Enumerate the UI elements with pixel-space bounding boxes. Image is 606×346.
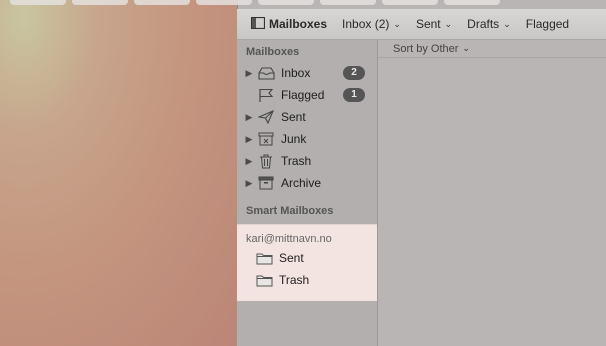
mailboxes-section-header: Mailboxes xyxy=(246,46,300,58)
chevron-down-icon: ⌄ xyxy=(444,18,453,29)
chevron-down-icon: ⌄ xyxy=(503,18,511,29)
junk-box-icon xyxy=(257,131,275,147)
sidebar-item-archive[interactable]: ▶ Archive xyxy=(237,172,377,194)
sidebar-item-label: Flagged xyxy=(281,88,325,102)
sidebar-item-label: Trash xyxy=(279,273,310,287)
favorite-drafts-button[interactable]: Drafts ⌄ xyxy=(467,17,511,31)
favorites-bar: Mailboxes Inbox (2) ⌄ Sent ⌄ Drafts ⌄ Fl… xyxy=(237,9,606,40)
chevron-down-icon: ⌄ xyxy=(393,18,401,29)
toolbar-button[interactable] xyxy=(72,0,128,5)
favorite-sent-label: Sent xyxy=(415,17,441,31)
sidebar-item-flagged[interactable]: Flagged 1 xyxy=(237,84,377,106)
sort-control[interactable]: Sort by Other ⌄ xyxy=(378,40,606,58)
folder-icon xyxy=(255,272,273,288)
toolbar-button[interactable] xyxy=(258,0,314,5)
favorite-flagged-button[interactable]: Flagged xyxy=(526,17,569,31)
disclosure-triangle-icon[interactable]: ▶ xyxy=(243,68,255,79)
favorite-inbox-button[interactable]: Inbox (2) ⌄ xyxy=(342,17,401,31)
sidebar-item-label: Sent xyxy=(279,251,304,265)
disclosure-triangle-icon[interactable]: ▶ xyxy=(243,134,255,145)
paper-plane-icon xyxy=(257,109,275,125)
sidebar-item-label: Junk xyxy=(281,132,307,146)
chevron-down-icon: ⌄ xyxy=(462,43,470,53)
sidebar-item-sent[interactable]: ▶ Sent xyxy=(237,106,377,128)
disclosure-triangle-icon[interactable]: ▶ xyxy=(243,178,255,189)
trash-can-icon xyxy=(257,153,275,169)
flag-icon xyxy=(257,87,275,103)
favorite-sent-button[interactable]: Sent ⌄ xyxy=(416,17,452,31)
desktop-background xyxy=(0,0,237,346)
sidebar-item-account-trash[interactable]: Trash xyxy=(253,269,309,291)
sidebar-item-trash[interactable]: ▶ Trash xyxy=(237,150,377,172)
toolbar-button[interactable] xyxy=(10,0,66,5)
unread-count-badge: 2 xyxy=(343,66,365,80)
flagged-count-badge: 1 xyxy=(343,88,365,102)
sidebar-item-junk[interactable]: ▶ Junk xyxy=(237,128,377,150)
account-header[interactable]: kari@mittnavn.no xyxy=(246,233,332,245)
favorite-flagged-label: Flagged xyxy=(525,17,570,31)
sidebar-item-account-sent[interactable]: Sent xyxy=(253,247,304,269)
toolbar-button[interactable] xyxy=(382,0,438,5)
folder-icon xyxy=(255,250,273,266)
disclosure-triangle-icon[interactable]: ▶ xyxy=(243,156,255,167)
sidebar-item-label: Archive xyxy=(281,176,322,190)
message-list-pane: Sort by Other ⌄ xyxy=(378,40,606,346)
smart-mailboxes-header[interactable]: Smart Mailboxes xyxy=(246,205,333,217)
mailboxes-label: Mailboxes xyxy=(269,17,328,31)
favorite-drafts-label: Drafts xyxy=(467,17,500,31)
inbox-tray-icon xyxy=(257,65,275,81)
window-top-strip xyxy=(0,0,606,9)
toolbar-button[interactable] xyxy=(196,0,252,5)
mailboxes-toggle-button[interactable]: Mailboxes xyxy=(250,16,328,32)
sidebar-toggle-icon xyxy=(250,16,266,32)
sort-label: Sort by Other xyxy=(393,42,459,55)
sidebar-item-label: Trash xyxy=(281,154,312,168)
sidebar-item-label: Inbox xyxy=(281,66,311,80)
account-section: kari@mittnavn.no Sent Trash xyxy=(237,224,377,301)
toolbar-button[interactable] xyxy=(444,0,500,5)
sidebar-item-label: Sent xyxy=(281,110,306,124)
toolbar-button[interactable] xyxy=(320,0,376,5)
sidebar-item-inbox[interactable]: ▶ Inbox 2 xyxy=(237,62,377,84)
toolbar-button[interactable] xyxy=(134,0,190,5)
favorite-inbox-label: Inbox (2) xyxy=(342,17,390,31)
mailbox-sidebar: Mailboxes ▶ Inbox 2 Flagged 1 ▶ Sent ▶ J… xyxy=(237,40,378,346)
archive-box-icon xyxy=(257,175,275,191)
disclosure-triangle-icon[interactable]: ▶ xyxy=(243,112,255,123)
